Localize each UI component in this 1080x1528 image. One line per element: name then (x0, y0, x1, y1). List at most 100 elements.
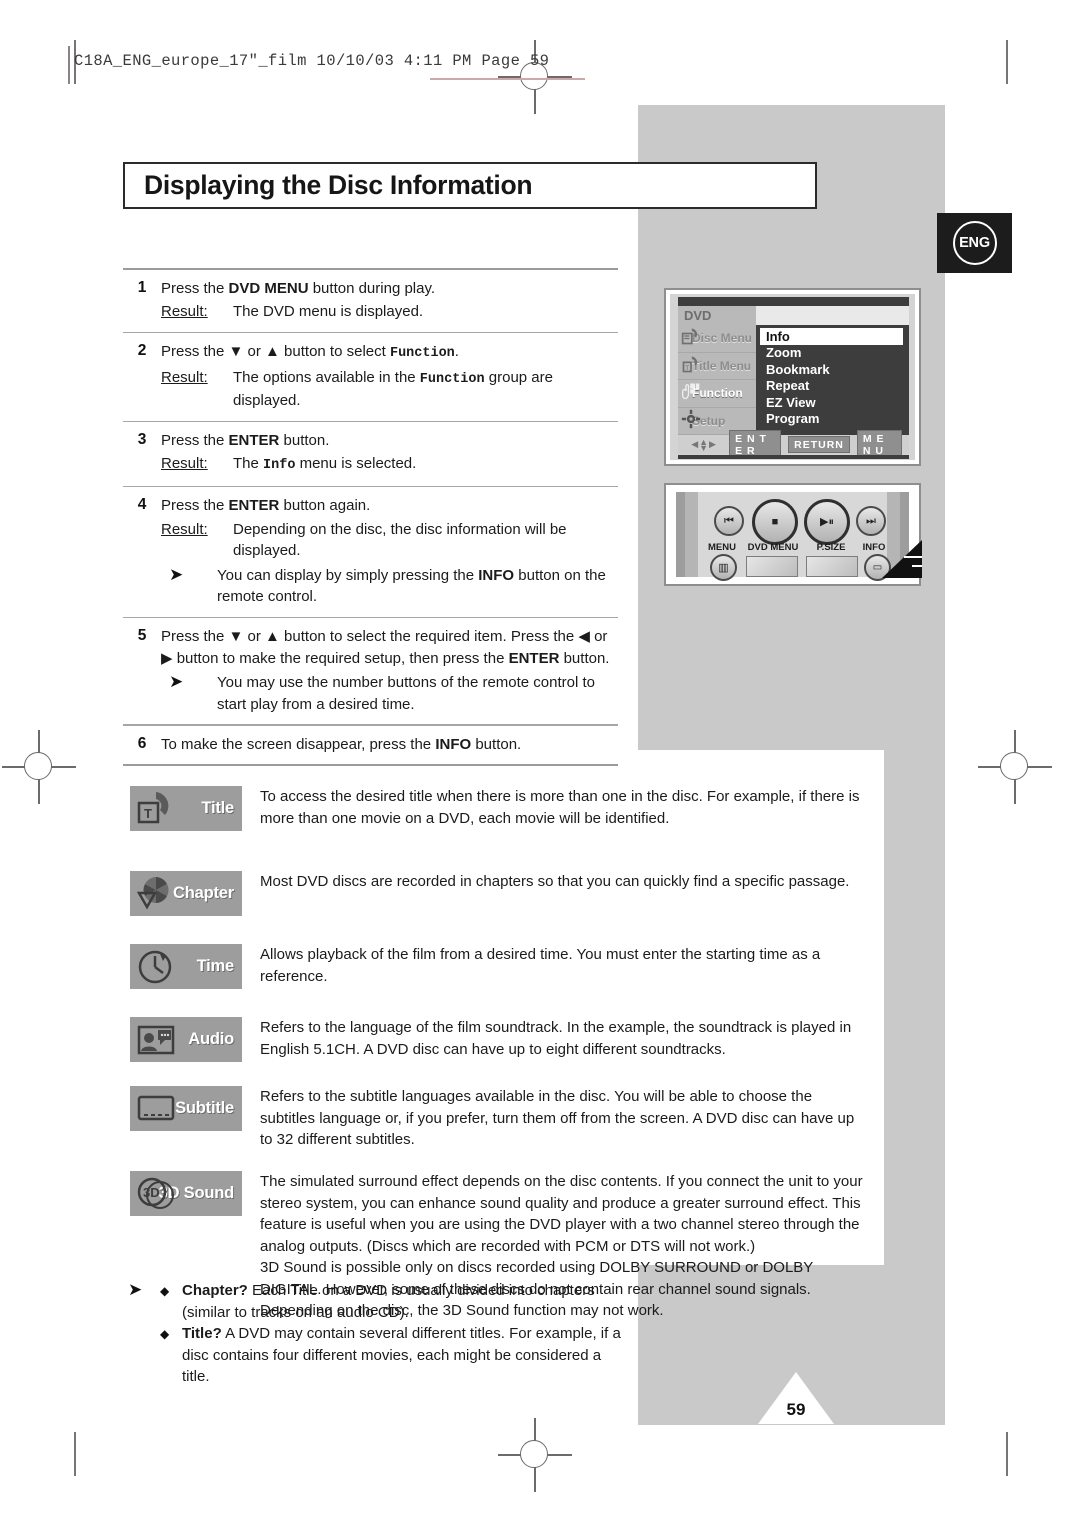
osd-list-item[interactable]: Bookmark (756, 361, 909, 378)
feature-row: Chapter Most DVD discs are recorded in ch… (130, 871, 870, 937)
trim-mark-tr-v (1006, 40, 1008, 84)
page-number: 59 (786, 1400, 806, 1419)
diamond-bullet-icon: ◆ (160, 1284, 170, 1298)
feature-badge: T Title (130, 786, 242, 831)
feature-paragraph: Refers to the language of the film sound… (260, 1019, 852, 1058)
step-body: To make the screen disappear, press the … (161, 734, 618, 756)
language-badge: ENG (937, 213, 1012, 273)
step-note: ➤ You can display by simply pressing the … (161, 565, 618, 608)
trim-mark-br-v (1006, 1432, 1008, 1476)
osd-sidebar-item[interactable]: T Title Menu (678, 353, 756, 380)
page-title: Displaying the Disc Information (144, 170, 533, 200)
diamond-bullet-icon: ◆ (160, 1327, 170, 1341)
grey-art-panel-right (884, 750, 945, 1265)
step-body: Press the ▼ or ▲ button to select Functi… (161, 341, 618, 412)
feature-badge: Time (130, 944, 242, 989)
feature-badge: Subtitle (130, 1086, 242, 1131)
note-text: You can display by simply pressing the I… (217, 566, 606, 606)
menu-button[interactable]: ▥ (710, 554, 737, 581)
step-number: 3 (137, 430, 147, 448)
step-body: Press the ▼ or ▲ button to select the re… (161, 626, 618, 715)
result-label: Result: (161, 368, 208, 386)
subtitle-badge-icon (136, 1090, 176, 1128)
osd-foot-line (678, 455, 909, 459)
feature-row: T Title To access the desired title when t… (130, 786, 870, 864)
step-body: Press the ENTER button again. Result: Depe… (161, 495, 618, 608)
bottom-note-item: ◆ Title? A DVD may contain several differ… (160, 1323, 628, 1388)
step-item: 3 Press the ENTER button. Result: The Info … (123, 422, 618, 486)
osd-dpad-icon: ◀ ▲ ▼ ▶ (691, 436, 716, 453)
feature-description: Refers to the subtitle languages availab… (242, 1086, 870, 1164)
osd-function-list: Info Zoom Bookmark Repeat EZ View Program (756, 325, 909, 435)
step-result: Result: Depending on the disc, the disc i… (161, 519, 618, 562)
page-title-box: Displaying the Disc Information (123, 162, 817, 209)
play-pause-button[interactable]: ▶⏸ (804, 499, 850, 545)
stop-button[interactable]: ■ (752, 499, 798, 545)
remote-label-dvd-menu: DVD MENU (747, 542, 799, 553)
osd-disc-type-label: DVD (678, 306, 756, 325)
step-item: 2 Press the ▼ or ▲ button to select Funct… (123, 333, 618, 421)
step-item: 5 Press the ▼ or ▲ button to select the r… (123, 618, 618, 724)
step-item: 6 To make the screen disappear, press the… (123, 726, 618, 765)
prev-track-button[interactable]: ⏮ (714, 506, 744, 536)
dvd-menu-button[interactable] (746, 556, 798, 577)
remote-label-menu: MENU (708, 542, 736, 553)
step-number: 6 (137, 734, 147, 752)
step-result: Result: The options available in the Func… (161, 367, 618, 412)
step-number: 4 (137, 496, 147, 514)
bottom-note-term: Title? (182, 1325, 222, 1342)
osd-sidebar-item[interactable]: Disc Menu (678, 325, 756, 353)
step-body: Press the ENTER button. Result: The Info m… (161, 430, 618, 477)
note-arrow-icon: ➤ (128, 1280, 143, 1299)
step-result: Result: The Info menu is selected. (161, 453, 618, 477)
disc-menu-icon (681, 326, 701, 346)
osd-sidebar-item[interactable]: Function (678, 380, 756, 408)
feature-paragraph: Allows playback of the film from a desir… (260, 946, 821, 985)
feature-label: Title (201, 799, 234, 817)
step-instruction: Press the ENTER button again. (161, 497, 371, 515)
osd-list-item[interactable]: EZ View (756, 394, 909, 411)
step-divider (123, 764, 618, 766)
step-number: 5 (137, 627, 147, 645)
result-text: The Info menu is selected. (233, 455, 417, 474)
feature-paragraph: The simulated surround effect depends on… (260, 1173, 863, 1255)
next-track-button[interactable]: ⏭ (856, 506, 886, 536)
osd-list-item[interactable]: Repeat (756, 378, 909, 395)
step-instruction: Press the ENTER button. (161, 431, 330, 449)
bottom-note-item: ◆ Chapter? Each Title on a DVD is usually… (160, 1280, 628, 1323)
feature-label: Subtitle (175, 1099, 234, 1117)
imprint-rule-left (68, 46, 70, 84)
feature-label: Chapter (173, 884, 234, 902)
osd-list-item[interactable]: Zoom (756, 345, 909, 362)
result-label: Result: (161, 520, 208, 538)
remote-control-illustration: ⏮ ■ ▶⏸ ⏭ MENU DVD MENU P.SIZE INFO ▥ ▭ (664, 483, 922, 586)
osd-list-item[interactable]: Program (756, 411, 909, 428)
bottom-note-term: Chapter? (182, 1282, 248, 1299)
dvd-osd-screenshot: DVD Disc Menu T Title Menu Function Setup In… (664, 288, 921, 466)
osd-key-button[interactable]: RETURN (788, 436, 850, 453)
registration-mark-bottom (498, 1418, 572, 1492)
procedure-steps: 1 Press the DVD MENU button during play. R… (123, 268, 618, 766)
feature-row: Subtitle Refers to the subtitle languages… (130, 1086, 870, 1164)
registration-mark-right (978, 730, 1052, 804)
step-result: Result: The DVD menu is displayed. (161, 301, 618, 323)
osd-sidebar: Disc Menu T Title Menu Function Setup (678, 325, 756, 435)
p-size-button[interactable] (806, 556, 858, 577)
step-item: 1 Press the DVD MENU button during play. R… (123, 270, 618, 332)
feature-label: Time (196, 957, 235, 975)
bottom-note-text: Chapter? Each Title on a DVD is usually … (182, 1282, 595, 1321)
file-imprint: C18A_ENG_europe_17"_film 10/10/03 4:11 P… (74, 52, 550, 70)
osd-list-item[interactable]: Info (760, 328, 903, 345)
feature-description: Allows playback of the film from a desir… (242, 944, 870, 1010)
result-label: Result: (161, 303, 208, 321)
feature-description: Refers to the language of the film sound… (242, 1017, 870, 1079)
step-instruction: Press the ▼ or ▲ button to select the re… (161, 628, 610, 667)
feature-badge: Chapter (130, 871, 242, 916)
function-icon (681, 381, 701, 401)
remote-label-psize: P.SIZE (816, 542, 846, 553)
3d-sound-badge-icon: 3D (136, 1175, 176, 1213)
note-arrow-icon: ➤ (169, 672, 184, 692)
result-text: Depending on the disc, the disc informat… (233, 520, 567, 560)
step-number: 2 (137, 342, 147, 360)
result-label: Result: (161, 455, 208, 473)
